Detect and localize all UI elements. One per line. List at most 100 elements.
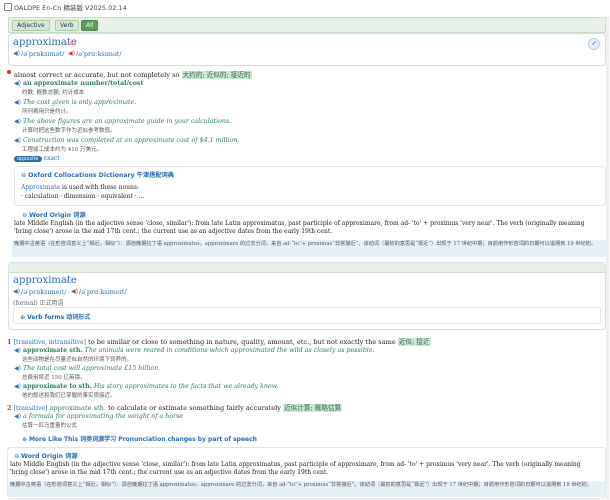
more-like-this[interactable]: ⊕ More Like This 词类词源学习 Pronunciation ch…	[22, 434, 257, 443]
example-1: ◀) an approximate number/total/cost	[14, 80, 143, 87]
speaker-us-icon[interactable]: ◀)	[71, 288, 78, 295]
chevron-icon: ⊖	[14, 453, 20, 460]
sense-definition: to calculate or estimate something fairl…	[108, 404, 281, 412]
example-text: The total cost will approximate £15 bill…	[22, 365, 161, 372]
filter-verb[interactable]: Verb	[55, 20, 79, 31]
example-pattern: approximate to sth.	[22, 383, 92, 390]
word-origin-verb-header[interactable]: ⊖ Word Origin 词源	[14, 451, 78, 460]
example-3: ◀) The above figures are an approximate …	[14, 118, 231, 125]
verb-forms-title: Verb forms 动词形式	[26, 314, 91, 321]
verb-forms-box[interactable]: ⊕ Verb forms 动词形式	[13, 307, 601, 324]
word-origin-adj-text: late Middle English (in the adjective se…	[14, 220, 585, 235]
speaker-icon[interactable]: ◀)	[14, 413, 21, 420]
collocations-list: · calculation · dimension · equivalent ·…	[21, 193, 145, 200]
window-title: OALDPE En-Cn 精装版 V2025.02.14	[14, 4, 127, 12]
definition-chinese: 大约的; 近似的; 接近的	[181, 71, 252, 79]
verb-forms-header: ⊕ Verb forms 动词形式	[20, 312, 90, 321]
verb-example-3-cn: 他的叙述和我们已掌握的事实很接近。	[22, 393, 116, 399]
example-2-cn: 所列费用只是约计。	[22, 109, 72, 115]
example-text: The cost given is only approximate.	[22, 99, 137, 106]
opposite-tag: opposite	[14, 156, 42, 162]
speaker-br-icon[interactable]: ◀)	[13, 288, 20, 295]
filter-all[interactable]: All	[81, 20, 99, 31]
speaker-icon[interactable]: ◀)	[14, 383, 21, 390]
red-bullet-icon	[7, 70, 11, 74]
grammar-label: [transitive]	[13, 405, 48, 412]
speaker-icon[interactable]: ◀)	[14, 347, 21, 354]
example-phrase: an approximate number/total/cost	[22, 80, 144, 87]
pos-label: adj	[66, 40, 76, 47]
example-1-cn: 约数; 概数总额; 约计成本	[22, 90, 85, 96]
word-origin-adj-header[interactable]: ⊖ Word Origin 词源	[22, 210, 86, 219]
example-4-cn: 工程竣工成本约为 410 万美元。	[22, 147, 102, 153]
speaker-icon[interactable]: ◀)	[14, 365, 21, 372]
collocations-title: Oxford Collocations Dictionary 牛津搭配词典	[28, 172, 174, 179]
opposite-link[interactable]: exact	[43, 155, 59, 162]
definition-text: almost correct or accurate, but not comp…	[14, 71, 180, 79]
collocations-intro: Approximate is used with these nouns:	[21, 184, 139, 191]
verb-example-2-cn: 总费用将近 150 亿英镑。	[22, 375, 86, 381]
collocations-header[interactable]: ⊖ Oxford Collocations Dictionary 牛津搭配词典	[21, 170, 174, 179]
example-text: His story approximates to the facts that…	[93, 383, 279, 390]
sense-definition: to be similar or close to something in n…	[88, 338, 396, 346]
app-icon	[4, 3, 12, 11]
grammar-label: [transitive, intransitive]	[13, 339, 86, 346]
collocations-box: ⊖ Oxford Collocations Dictionary 牛津搭配词典 …	[14, 166, 606, 206]
scrollbar[interactable]	[606, 16, 609, 500]
example-2: ◀) The cost given is only approximate.	[14, 99, 136, 106]
verb-example-2: ◀) The total cost will approximate £15 b…	[14, 365, 160, 372]
window-title-bar: OALDPE En-Cn 精装版 V2025.02.14	[0, 0, 610, 14]
collocation-intro-text: is used with these nouns:	[61, 184, 140, 191]
more-like-this-label: More Like This 词类词源学习 Pronunciation chan…	[28, 436, 257, 443]
adjective-entry-header: approximate adj ◀) /əˈprɒksɪmət/ ◀) /əˈp…	[8, 33, 606, 66]
verb-example-4: ◀) a formula for approximating the weigh…	[14, 413, 183, 420]
speaker-us-icon[interactable]: ◀)	[68, 50, 75, 57]
pron-br: /əˈprɒksɪmeɪt/	[21, 288, 67, 296]
adj-definition: almost correct or accurate, but not comp…	[14, 69, 252, 79]
verb-example-1: ◀) approximate sth. The animals were rea…	[14, 347, 375, 354]
filter-bar: Adjective Verb All	[8, 17, 606, 33]
verb-card-band	[9, 263, 605, 273]
example-pattern: approximate sth.	[22, 347, 83, 354]
chevron-icon: ⊖	[21, 172, 27, 179]
speaker-icon[interactable]: ◀)	[14, 99, 21, 106]
example-3-cn: 计算时把这些数字作为近似参考数值。	[22, 128, 116, 134]
filter-adjective[interactable]: Adjective	[12, 20, 50, 31]
opposite-row: opposite exact	[14, 155, 60, 162]
chevron-icon: ⊖	[22, 212, 28, 219]
verb-sense-1: 1 [transitive, intransitive] to be simil…	[7, 336, 431, 346]
verb-example-1-cn: 这些动物是在尽量近似自然的环境下饲养的。	[22, 357, 133, 363]
word-origin-verb-text: late Middle English (in the adjective se…	[10, 461, 581, 476]
expand-icon[interactable]: ⤢	[588, 38, 600, 50]
example-text: The above figures are an approximate gui…	[22, 118, 232, 125]
word-origin-verb-cn: 晚期中古英语（在形容词意义上“相近，相似”）：源自晚期拉丁语 approxima…	[8, 481, 605, 497]
sense-number: 1	[7, 338, 12, 346]
verb-example-4-cn: 估算一匹马重量的公式	[22, 423, 78, 429]
word-origin-title: Word Origin 词源	[29, 212, 86, 219]
register-label: (formal) 正式用语	[13, 300, 64, 307]
example-text: The animals were reared in conditions wh…	[84, 347, 375, 354]
example-text: Construction was completed at an approxi…	[22, 137, 240, 144]
sense-chinese: 近似计算; 概略估算	[283, 404, 343, 412]
verb-sense-2: 2 [transitive] approximate sth. to calcu…	[7, 402, 343, 412]
speaker-icon[interactable]: ◀)	[14, 80, 21, 87]
word-origin-adj-cn: 晚期中古英语（在形容词意义上“相近，相似”）：源自晚期拉丁语 approxima…	[12, 240, 608, 257]
pron-us: /əˈprɑːksɪmət/	[76, 50, 122, 58]
sense-chinese: 近似; 接近	[397, 338, 431, 346]
chevron-icon: ⊕	[20, 314, 26, 321]
speaker-br-icon[interactable]: ◀)	[13, 50, 20, 57]
pron-br: /əˈprɒksɪmət/	[21, 50, 65, 58]
speaker-icon[interactable]: ◀)	[14, 118, 21, 125]
example-text: a formula for approximating the weight o…	[22, 413, 184, 420]
word-origin-title: Word Origin 词源	[21, 453, 78, 460]
sense-number: 2	[7, 404, 12, 412]
pron-us: /əˈprɑːksɪmeɪt/	[79, 288, 127, 296]
sense-pattern: approximate sth.	[49, 404, 107, 412]
collocation-headword: Approximate	[21, 184, 61, 191]
word-origin-verb-box: ⊖ Word Origin 词源 late Middle English (in…	[7, 447, 606, 499]
example-4: ◀) Construction was completed at an appr…	[14, 137, 240, 144]
pos-label: v	[66, 278, 70, 285]
speaker-icon[interactable]: ◀)	[14, 137, 21, 144]
chevron-icon: ⊕	[22, 436, 28, 443]
verb-entry-card: approximate v ◀) /əˈprɒksɪmeɪt/ ◀) /əˈpr…	[8, 262, 606, 330]
